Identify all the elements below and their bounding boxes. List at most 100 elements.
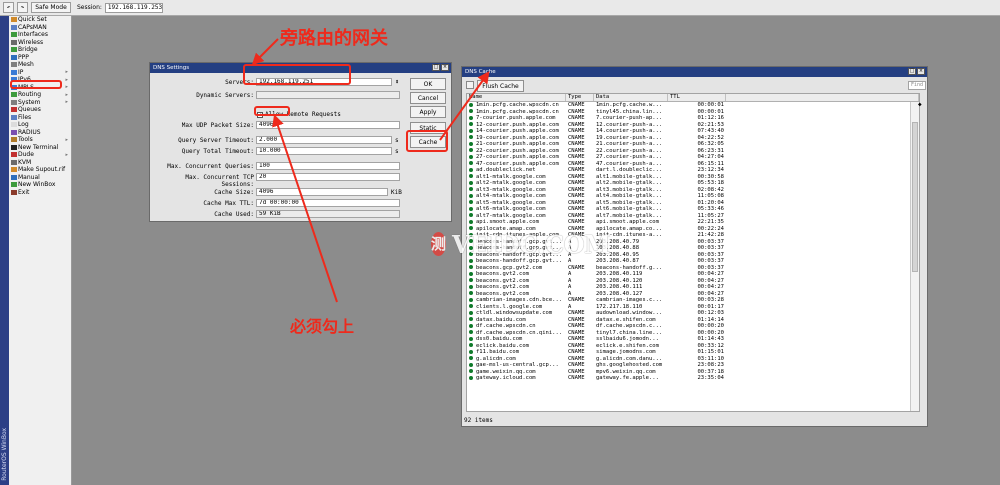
cell-name: beacons.gvt2.com: [467, 271, 566, 277]
menu-item-routing[interactable]: Routing ▸: [9, 91, 71, 99]
cancel-button[interactable]: Cancel: [410, 92, 446, 104]
cell-ttl: 01:12:16: [697, 115, 725, 122]
menu-item-radius[interactable]: RADIUS: [9, 129, 71, 137]
menu-item-exit[interactable]: Exit: [9, 189, 71, 197]
dynamic-entry-icon: [469, 213, 473, 218]
menu-item-log[interactable]: Log: [9, 121, 71, 129]
close-icon[interactable]: ×: [917, 68, 925, 75]
menu-item-label: IP: [18, 68, 24, 76]
maximize-icon[interactable]: □: [432, 64, 440, 71]
servers-spin-icon[interactable]: ⬍: [395, 78, 399, 86]
servers-highlight: [243, 64, 351, 85]
cell-type: CNAME: [568, 160, 585, 167]
cell-name: gateway.icloud.com: [467, 375, 566, 381]
menu-item-capsman[interactable]: CAPsMAN: [9, 24, 71, 32]
apply-button[interactable]: Apply: [410, 106, 446, 118]
cell-name: gae-msl-us-central.gcp...: [467, 362, 566, 368]
cell-ttl: 11:05:27: [697, 212, 725, 219]
maximize-icon[interactable]: □: [908, 68, 916, 75]
cell-type: CNAME: [568, 186, 585, 193]
cache-max-ttl-field[interactable]: 7d 00:00:00: [256, 199, 400, 207]
cell-ttl: 00:37:18: [697, 368, 725, 375]
menu-item-quick-set[interactable]: Quick Set: [9, 16, 71, 24]
menu-item-make-supout-rif[interactable]: Make Supout.rif: [9, 166, 71, 174]
safe-mode-button[interactable]: Safe Mode: [31, 2, 71, 13]
cell-ttl: 00:00:20: [697, 323, 725, 330]
menu-item-new-winbox[interactable]: New WinBox: [9, 181, 71, 189]
udp-size-field[interactable]: 4096: [256, 121, 400, 129]
column-ttl[interactable]: TTL: [668, 94, 726, 101]
redo-button[interactable]: ↷: [17, 2, 28, 13]
dynamic-entry-icon: [469, 193, 473, 198]
dns-cache-title[interactable]: DNS Cache □ ×: [462, 67, 927, 77]
scrollbar-thumb[interactable]: [912, 122, 918, 272]
menu-item-mesh[interactable]: Mesh: [9, 61, 71, 69]
menu-item-tools[interactable]: Tools ▸: [9, 136, 71, 144]
cell-ttl: 00:03:28: [697, 297, 725, 304]
menu-item-interfaces[interactable]: Interfaces: [9, 31, 71, 39]
cell-data: alt2.mobile-gtalk...: [596, 180, 663, 187]
dynamic-entry-icon: [469, 109, 473, 114]
cell-type: CNAME: [568, 375, 585, 382]
query-server-timeout-field[interactable]: 2.000: [256, 136, 392, 144]
ok-button[interactable]: OK: [410, 78, 446, 90]
cell-ttl: 00:03:37: [697, 245, 725, 252]
menu-item-bridge[interactable]: Bridge: [9, 46, 71, 54]
dynamic-entry-icon: [469, 161, 473, 166]
radius-icon: [11, 129, 17, 135]
menu-item-ip[interactable]: IP ▸: [9, 69, 71, 77]
cell-ttl: 00:03:37: [697, 238, 725, 245]
menu-item-system[interactable]: System ▸: [9, 99, 71, 107]
table-row[interactable]: gateway.icloud.com CNAME gateway.fe.apple.…: [467, 375, 919, 382]
menu-item-manual[interactable]: Manual: [9, 174, 71, 182]
cell-data: 47.courier-push-a...: [596, 160, 663, 167]
max-tcp-sessions-field[interactable]: 20: [256, 173, 400, 181]
flush-cache-button[interactable]: Flush Cache: [477, 80, 524, 92]
menu-item-kvm[interactable]: KVM: [9, 159, 71, 167]
cell-data: alt3.mobile-gtalk...: [596, 186, 663, 193]
undo-button[interactable]: ↶: [3, 2, 14, 13]
must-check-annotation: 必须勾上: [290, 317, 355, 336]
dynamic-servers-field: [256, 91, 400, 99]
vertical-scrollbar[interactable]: [910, 102, 919, 411]
supout-icon: [11, 167, 17, 173]
menu-item-new-terminal[interactable]: New Terminal: [9, 144, 71, 152]
menu-item-label: KVM: [18, 158, 32, 166]
cell-data: sslbaidu6.jomodn...: [596, 336, 659, 343]
cache-size-field[interactable]: 4096: [256, 188, 388, 196]
menu-item-queues[interactable]: Queues: [9, 106, 71, 114]
qst-unit: s: [395, 137, 399, 144]
menu-item-ppp[interactable]: PPP: [9, 54, 71, 62]
dynamic-entry-icon: [469, 375, 473, 380]
cell-data: 19.courier-push-a...: [596, 134, 663, 141]
submenu-arrow-icon: ▸: [65, 91, 68, 98]
session-field[interactable]: 192.168.119.253: [104, 2, 163, 13]
cache-button-highlight: [406, 130, 448, 152]
dynamic-entry-icon: [469, 297, 473, 302]
close-icon[interactable]: ×: [441, 64, 449, 71]
dynamic-entry-icon: [469, 323, 473, 328]
cell-data: g.alicdn.com.danu...: [596, 355, 663, 362]
column-type[interactable]: Type: [566, 94, 594, 101]
menu-item-files[interactable]: Files: [9, 114, 71, 122]
column-data[interactable]: Data: [594, 94, 668, 101]
menu-item-wireless[interactable]: Wireless: [9, 39, 71, 47]
cell-name: beacons.gvt2.com: [467, 278, 566, 284]
table-header: Name Type Data TTL: [467, 94, 919, 102]
quick-set-icon: [11, 17, 17, 23]
cell-data: 203.208.40.120: [596, 277, 643, 284]
query-total-timeout-field[interactable]: 10.000: [256, 147, 392, 155]
cell-ttl: 06:23:31: [697, 147, 725, 154]
cell-type: CNAME: [568, 336, 585, 343]
top-toolbar: ↶ ↷ Safe Mode Session: 192.168.119.253: [0, 0, 1000, 16]
cell-ttl: 02:08:42: [697, 186, 725, 193]
tools-icon: [11, 137, 17, 143]
filter-icon[interactable]: [466, 81, 474, 89]
find-input[interactable]: Find: [908, 81, 926, 90]
cell-data: 203.208.40.111: [596, 284, 643, 291]
cell-name: 1min.pcfg.cache.wpscdn.cn: [467, 102, 566, 108]
column-name[interactable]: Name: [467, 94, 566, 101]
dynamic-entry-icon: [469, 154, 473, 159]
max-concurrent-queries-field[interactable]: 100: [256, 162, 400, 170]
menu-item-dude[interactable]: Dude ▸: [9, 151, 71, 159]
